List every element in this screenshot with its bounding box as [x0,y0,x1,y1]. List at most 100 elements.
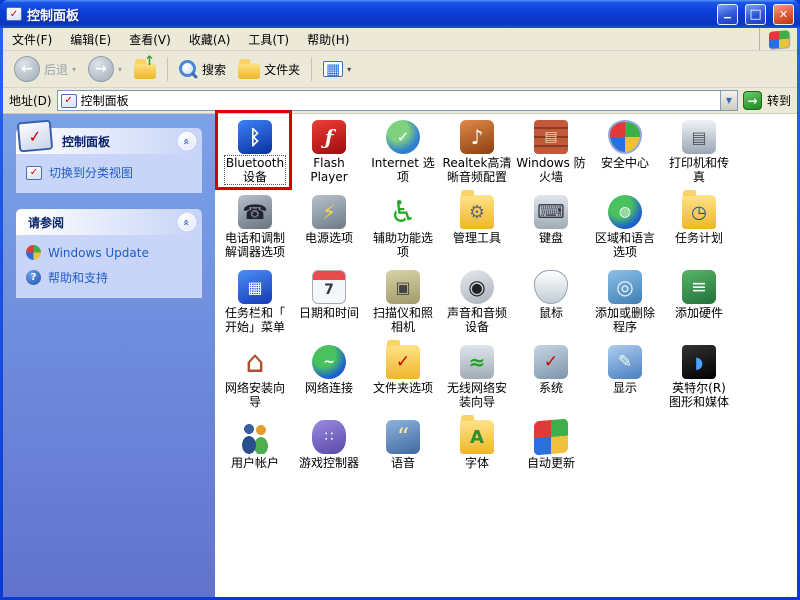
forward-button[interactable]: → ▾ [83,54,127,84]
control-panel-item[interactable]: 鼠标 [514,268,588,343]
control-panel-item[interactable]: 网络安装向 导 [218,343,292,418]
views-dropdown-icon[interactable]: ▾ [347,65,351,74]
control-panel-item[interactable]: 文件夹选项 [366,340,440,418]
menu-tools[interactable]: 工具(T) [239,28,298,50]
control-panel-item[interactable]: 打印机和传 真 [662,118,736,193]
back-dropdown-icon[interactable]: ▾ [72,65,76,74]
folders-button[interactable]: 文件夹 [233,54,305,84]
control-panel-item[interactable]: 字体 [440,415,514,493]
control-panel-item[interactable]: 安全中心 [588,118,662,193]
address-label: 地址(D) [9,94,52,108]
phone-modem-icon [238,195,272,229]
control-panel-item[interactable]: 显示 [588,343,662,418]
control-panel-item[interactable]: 电话和调制 解调器选项 [218,193,292,268]
wireless-network-wizard-icon [460,345,494,379]
control-panel-item[interactable]: 添加或删除 程序 [588,268,662,343]
toolbar-separator [311,57,313,81]
bluetooth-devices-icon [238,120,272,154]
network-setup-wizard-icon [238,345,272,379]
switch-to-category-view-link[interactable]: 切换到分类视图 [26,164,196,181]
control-panel-item[interactable]: Bluetooth 设备 [218,118,292,193]
control-panel-item[interactable]: 任务计划 [662,190,736,268]
control-panel-item[interactable]: Windows 防 火墙 [514,118,588,193]
control-panel-item[interactable]: 区域和语言 选项 [588,193,662,268]
search-button[interactable]: 搜索 [174,54,231,84]
control-panel-item[interactable]: 辅助功能选 项 [366,193,440,268]
collapse-chevron-icon[interactable]: « [178,213,196,231]
scheduled-tasks-icon [682,190,716,229]
menu-view[interactable]: 查看(V) [120,28,180,50]
menu-favorites[interactable]: 收藏(A) [180,28,240,50]
add-remove-programs-icon [608,270,642,304]
menu-file[interactable]: 文件(F) [3,28,61,50]
forward-arrow-icon: → [88,56,115,82]
control-panel-item[interactable]: 无线网络安 装向导 [440,343,514,418]
minimize-button[interactable] [717,3,738,25]
address-input[interactable]: 控制面板 ▼ [56,90,738,111]
collapse-chevron-icon[interactable]: « [178,132,196,150]
views-button[interactable]: ▾ [318,54,356,84]
window-icon [6,7,22,21]
menu-help[interactable]: 帮助(H) [298,28,358,50]
go-button[interactable] [742,91,762,110]
folders-icon [238,59,261,79]
windows-logo-box [759,28,797,50]
forward-dropdown-icon[interactable]: ▾ [118,65,122,74]
go-label[interactable]: 转到 [767,92,791,109]
control-panel-item[interactable]: 用户帐户 [218,418,292,493]
windows-logo-icon [768,29,789,49]
speech-icon [386,420,420,454]
title-bar[interactable]: 控制面板 [0,0,800,28]
up-arrow-icon: ↑ [144,54,156,69]
system-icon [534,345,568,379]
control-panel-item[interactable]: 声音和音频 设备 [440,268,514,343]
control-panel-item[interactable]: Flash Player [292,118,366,193]
user-accounts-icon [238,420,272,454]
panel-see-also-header[interactable]: 请参阅 « [16,209,202,235]
control-panel-item[interactable]: Realtek高清 晰音频配置 [440,118,514,193]
date-time-icon [312,270,346,304]
menu-bar: 文件(F) 编辑(E) 查看(V) 收藏(A) 工具(T) 帮助(H) [3,28,797,51]
flash-player-icon [312,120,346,154]
views-icon [323,61,344,77]
control-panel-item[interactable]: 添加硬件 [662,268,736,343]
up-button[interactable]: ↑ [129,54,161,84]
address-dropdown-button[interactable]: ▼ [719,91,737,110]
window-title: 控制面板 [27,8,80,24]
intel-graphics-media-icon [682,345,716,379]
task-pane-sidebar: 控制面板 « 切换到分类视图 请参阅 « [3,114,215,597]
sounds-audio-icon [460,270,494,304]
control-panel-item[interactable]: 键盘 [514,193,588,268]
control-panel-item[interactable]: 电源选项 [292,193,366,268]
control-panel-item[interactable]: 语音 [366,418,440,493]
link-label: Windows Update [48,245,149,260]
content-area: 控制面板 « 切换到分类视图 请参阅 « [3,114,797,597]
control-panel-item[interactable]: 游戏控制器 [292,418,366,493]
display-icon [608,345,642,379]
control-panel-item[interactable]: 系统 [514,343,588,418]
scanners-cameras-icon [386,270,420,304]
control-panel-item[interactable]: 日期和时间 [292,268,366,343]
panel-title: 请参阅 [28,215,65,230]
control-panel-item[interactable]: 自动更新 [514,418,588,493]
close-button[interactable] [773,3,794,25]
folder-options-icon [386,340,420,379]
maximize-button[interactable] [745,3,766,25]
control-panel-item[interactable]: 扫描仪和照 相机 [366,268,440,343]
help-and-support-link[interactable]: 帮助和支持 [26,269,196,286]
keyboard-icon [534,195,568,229]
windows-update-link[interactable]: Windows Update [26,245,196,260]
control-panel-item[interactable]: 英特尔(R) 图形和媒体 [662,343,736,418]
address-value: 控制面板 [80,94,129,108]
control-panel-item[interactable]: Internet 选 项 [366,118,440,193]
control-panel-item[interactable]: 任务栏和「 开始」菜单 [218,268,292,343]
address-bar: 地址(D) 控制面板 ▼ 转到 [3,88,797,114]
control-panel-item[interactable]: 管理工具 [440,190,514,268]
control-panel-item[interactable]: 网络连接 [292,343,366,418]
up-folder-icon: ↑ [134,54,157,79]
panel-see-also-body: Windows Update 帮助和支持 [16,235,202,298]
menu-edit[interactable]: 编辑(E) [61,28,120,50]
back-button[interactable]: ← 后退 ▾ [9,54,81,84]
search-icon [179,59,198,79]
taskbar-startmenu-icon [238,270,272,304]
